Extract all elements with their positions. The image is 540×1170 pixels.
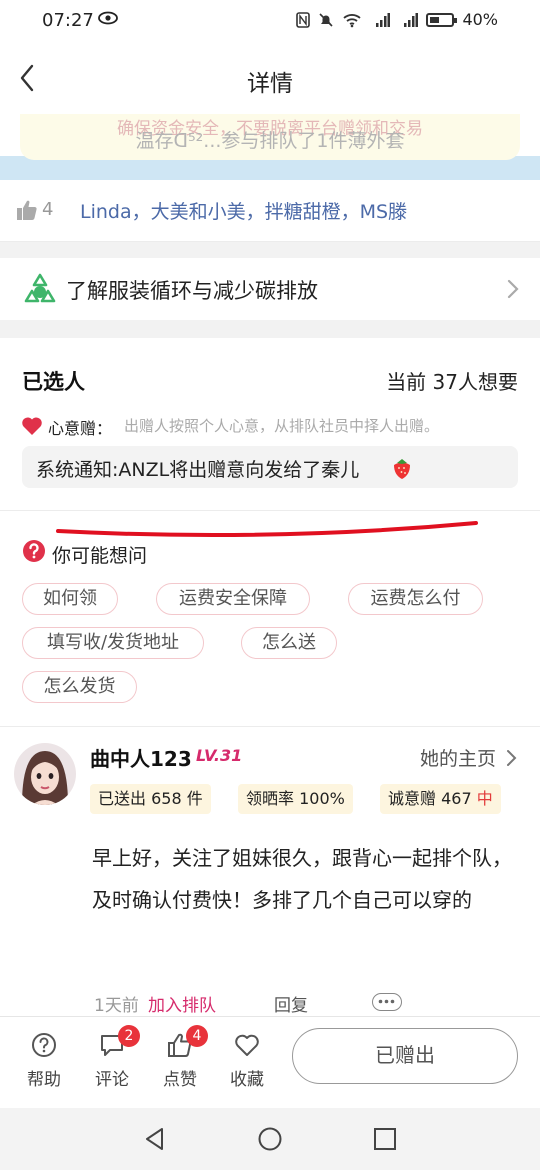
chevron-right-icon: [507, 279, 519, 299]
recycle-label: 了解服装循环与减少碳排放: [66, 279, 318, 303]
favorite-tab[interactable]: 收藏: [217, 1031, 277, 1090]
safety-banner: 确保资金安全，不要脱离平台赠领和交易 温存ᗡ⁵²...参与排队了1件薄外套: [0, 114, 540, 180]
likes-row[interactable]: 4 Linda，大美和小美，拌糖甜橙，MS滕: [0, 180, 540, 242]
more-options-icon[interactable]: [372, 993, 402, 1011]
sincere-value: 467: [441, 789, 472, 808]
faq-chip[interactable]: 运费安全保障: [156, 583, 310, 615]
battery-percent: 40%: [462, 10, 498, 29]
queue-notice-text: 温存ᗡ⁵²...参与排队了1件薄外套: [135, 130, 405, 152]
likes-count: 4: [42, 199, 54, 220]
recycle-icon: [24, 273, 56, 303]
sent-value: 658 件: [151, 789, 203, 808]
notification-text: 系统通知:ANZL将出赠意向发给了秦儿: [36, 459, 360, 481]
wanted-count: 当前 37人想要: [386, 370, 518, 394]
reply-button[interactable]: 回复: [274, 991, 308, 1016]
help-tab[interactable]: 帮助: [14, 1031, 74, 1090]
comment-time: 1天前: [94, 996, 139, 1016]
battery-icon: [426, 12, 458, 27]
nav-back-icon[interactable]: [142, 1126, 168, 1152]
wifi-icon: [343, 13, 362, 27]
system-notification: 系统通知:ANZL将出赠意向发给了秦儿: [22, 446, 518, 488]
faq-chip[interactable]: 填写收/发货地址: [22, 627, 204, 659]
status-icons: 40%: [296, 10, 498, 29]
sent-count-badge: 已送出 658 件: [90, 784, 211, 814]
selected-heading: 已选人: [22, 370, 85, 394]
rate-value: 100%: [299, 789, 345, 808]
signal-2g-icon: [404, 12, 419, 27]
status-time: 07:27: [42, 10, 94, 31]
show-rate-badge: 领晒率 100%: [238, 784, 353, 814]
question-icon: [23, 540, 45, 562]
nav-home-icon[interactable]: [257, 1126, 283, 1152]
eye-icon: [98, 11, 118, 25]
heart-outline-icon: [235, 1034, 259, 1056]
avatar-image: [14, 743, 76, 805]
top-header: 详情: [0, 42, 540, 114]
sincere-label: 诚意赠: [388, 789, 437, 808]
rate-label: 领晒率: [246, 789, 295, 808]
favorite-label: 收藏: [230, 1070, 264, 1090]
avatar[interactable]: [14, 743, 76, 805]
donated-button[interactable]: 已赠出: [292, 1028, 518, 1084]
faq-chip[interactable]: 怎么发货: [22, 671, 137, 703]
help-label: 帮助: [27, 1070, 61, 1090]
selected-panel: 已选人 当前 37人想要 心意赠： 出赠人按照个人心意，从排队社员中择人出赠。 …: [0, 338, 540, 510]
join-queue-link[interactable]: 加入排队: [148, 991, 216, 1016]
comment-tab[interactable]: 2 评论: [82, 1025, 142, 1090]
nfc-icon: [296, 11, 311, 28]
thumbs-up-icon: [17, 200, 37, 220]
like-count-badge: 4: [186, 1025, 208, 1047]
mute-icon: [319, 12, 334, 27]
comment-label: 评论: [95, 1070, 129, 1090]
sincere-gift-badge: 诚意赠 467 中: [380, 784, 501, 814]
user-level: LV.31: [196, 746, 243, 765]
sincere-level: 中: [476, 789, 493, 808]
recycle-info-row[interactable]: 了解服装循环与减少碳排放: [0, 258, 540, 320]
bottom-action-bar: 帮助 2 评论 4 点赞 收藏 已赠出: [0, 1016, 540, 1108]
likers-list[interactable]: Linda，大美和小美，拌糖甜橙，MS滕: [80, 197, 407, 224]
signal-4g-icon: [376, 12, 391, 27]
comment-count-badge: 2: [118, 1025, 140, 1047]
like-tab[interactable]: 4 点赞: [150, 1025, 210, 1090]
faq-section: 你可能想问 如何领 运费安全保障 运费怎么付 填写收/发货地址 怎么送 怎么发货: [0, 510, 540, 726]
username[interactable]: 曲中人123: [90, 743, 192, 772]
comment-card: 曲中人123 LV.31 她的主页 已送出 658 件 领晒率 100% 诚意赠…: [0, 726, 540, 1016]
status-bar: 07:27 40%: [0, 0, 540, 42]
faq-chip[interactable]: 如何领: [22, 583, 118, 615]
help-icon: [32, 1033, 56, 1057]
like-label: 点赞: [163, 1070, 197, 1090]
chevron-right-icon[interactable]: [506, 748, 518, 768]
system-nav-bar: [0, 1108, 540, 1170]
page-title: 详情: [247, 71, 293, 97]
heart-icon: [22, 417, 42, 435]
homepage-link[interactable]: 她的主页: [420, 744, 496, 771]
sent-label: 已送出: [98, 789, 147, 808]
divider: [0, 241, 540, 242]
red-annotation-stroke: [56, 521, 478, 538]
faq-chip[interactable]: 怎么送: [241, 627, 337, 659]
xinyi-label: 心意赠：: [48, 419, 113, 438]
strawberry-icon: [394, 459, 410, 479]
faq-heading: 你可能想问: [52, 545, 148, 567]
xinyi-description: 出赠人按照个人心意，从排队社员中择人出赠。: [124, 417, 440, 435]
comment-text: 早上好，关注了姐妹很久，跟背心一起排个队，及时确认付费快！多排了几个自己可以穿的: [92, 846, 512, 912]
faq-chip[interactable]: 运费怎么付: [348, 583, 483, 615]
nav-recents-icon[interactable]: [372, 1126, 398, 1152]
